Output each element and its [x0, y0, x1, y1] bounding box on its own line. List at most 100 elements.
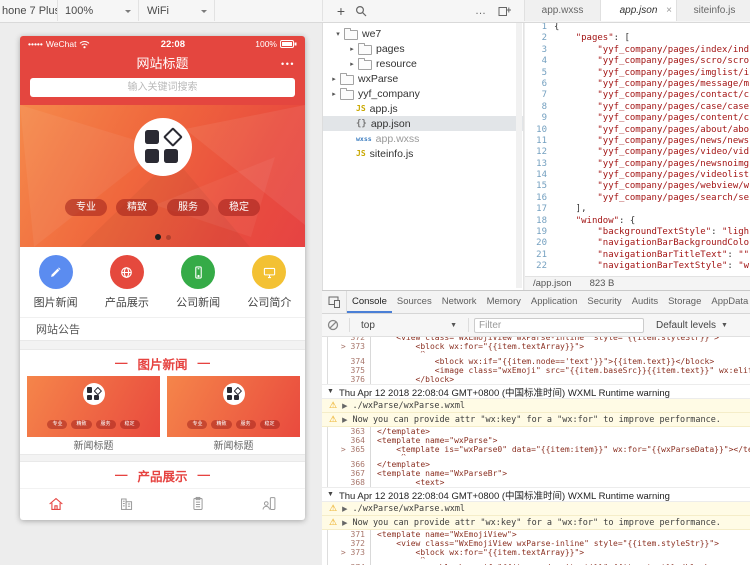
expand-arrow-icon[interactable]: ▶	[342, 505, 347, 513]
news-card-scroller[interactable]: 专业 精致 服务 稳定 新闻标题 专业 精致 服务 稳定 新闻标题	[20, 376, 305, 454]
carousel-dots	[20, 234, 305, 240]
console-warning-row[interactable]: ⚠ ▶ Now you can provide attr "wx:key" for …	[322, 516, 750, 530]
collapse-arrow-icon[interactable]: ▼	[327, 491, 334, 498]
collapsed-arrow-icon[interactable]: ▸	[329, 90, 339, 98]
grid-item-图片新闻[interactable]: 图片新闻	[20, 247, 91, 317]
code-editor[interactable]: 1{2 "pages": [3 "yyf_company/pages/index…	[525, 22, 750, 276]
tree-item-app.js[interactable]: JS app.js	[323, 101, 523, 116]
console-line-number: > 365	[327, 445, 371, 454]
string-token: "yyf_company/pages/news/news	[597, 135, 750, 146]
devtools-tab-security[interactable]: Security	[582, 291, 626, 313]
section-header-products: — 产品展示 —	[20, 462, 305, 488]
site-notice[interactable]: 网站公告	[20, 317, 305, 340]
zoom-selector[interactable]: 100%	[58, 0, 139, 21]
phone-nav-bar: 网站标题 •••	[20, 52, 305, 76]
console-warning-row[interactable]: ⚠ ▶ ./wxParse/wxParse.wxml	[322, 502, 750, 516]
devtools-tab-memory[interactable]: Memory	[482, 291, 526, 313]
devtools-tab-audits[interactable]: Audits	[627, 291, 663, 313]
add-file-button[interactable]: +	[332, 0, 350, 21]
code-text: "navigationBarTitleText": ""	[597, 249, 750, 260]
console-group-header[interactable]: ▼ Thu Apr 12 2018 22:08:04 GMT+0800 (中国标准…	[322, 384, 750, 399]
string-token: "yyf_company/pages/search/se	[597, 192, 750, 203]
network-selector[interactable]: WiFi	[140, 0, 215, 21]
grid-item-公司新闻[interactable]: 公司新闻	[163, 247, 234, 317]
console-code-text: <template name="WxParseBr">	[377, 469, 508, 478]
collapsed-arrow-icon[interactable]: ▸	[329, 75, 339, 83]
phone-tab-我要咨询[interactable]: 我要咨询	[163, 489, 234, 520]
phone-tab-公司简介[interactable]: 公司简介	[91, 489, 162, 520]
nav-more-icon[interactable]: •••	[281, 52, 295, 76]
editor-tab-siteinfo.js[interactable]: siteinfo.js	[676, 0, 750, 21]
expand-arrow-icon[interactable]: ▶	[342, 519, 347, 527]
clear-icon	[327, 319, 339, 331]
tree-item-pages[interactable]: ▸ pages	[323, 41, 523, 56]
code-text: "yyf_company/pages/news/news	[554, 136, 749, 147]
editor-tab-app.json[interactable]: app.json ×	[600, 0, 676, 21]
expand-arrow-icon[interactable]: ▶	[342, 416, 347, 424]
devtools-tab-appdata[interactable]: AppData	[706, 291, 750, 313]
folder-icon	[358, 57, 372, 70]
collapsed-arrow-icon[interactable]: ▸	[347, 45, 357, 53]
expand-arrow-icon[interactable]: ▶	[342, 402, 347, 410]
console-warning-row[interactable]: ⚠ ▶ Now you can provide attr "wx:key" for …	[322, 413, 750, 427]
home-icon	[46, 494, 66, 519]
folder-icon	[344, 27, 358, 40]
console-warning-row[interactable]: ⚠ ▶ ./wxParse/wxParse.wxml	[322, 399, 750, 413]
devtools-tab-storage[interactable]: Storage	[663, 291, 706, 313]
clear-console-button[interactable]	[322, 319, 344, 331]
devtools-tab-network[interactable]: Network	[437, 291, 482, 313]
news-card[interactable]: 专业 精致 服务 稳定 新闻标题	[167, 376, 300, 454]
hero-banner[interactable]: 专业 精致 服务 稳定	[20, 105, 305, 247]
search-files-button[interactable]	[352, 0, 370, 21]
carousel-dot-active[interactable]	[154, 234, 161, 240]
code-text: "yyf_company/pages/message/m	[554, 79, 749, 90]
tree-item-we7[interactable]: ▾ we7	[323, 26, 523, 41]
js-icon: JS	[356, 104, 366, 113]
log-levels-selector[interactable]: Default levels ▼	[656, 320, 728, 331]
collapsed-arrow-icon[interactable]: ▸	[347, 60, 357, 68]
console-code-line: 367 <template name="WxParseBr">	[322, 469, 750, 478]
device-selector[interactable]: hone 7 Plus	[0, 0, 58, 21]
console-code-line: 366 </template>	[322, 460, 750, 469]
tree-item-wxParse[interactable]: ▸ wxParse	[323, 71, 523, 86]
tree-item-label: wxParse	[358, 72, 399, 85]
explorer-scrollbar[interactable]	[516, 22, 522, 288]
dash-decoration: —	[114, 356, 128, 370]
grid-item-公司简介[interactable]: 公司简介	[234, 247, 305, 317]
collapse-arrow-icon[interactable]: ▼	[327, 388, 334, 395]
chevron-down-icon	[201, 9, 207, 16]
editor-status-bar: /app.json 823 B	[525, 276, 750, 290]
console-group-header[interactable]: ▼ Thu Apr 12 2018 22:08:04 GMT+0800 (中国标准…	[322, 487, 750, 502]
logo-square	[226, 394, 233, 400]
console-filter-input[interactable]	[474, 317, 644, 333]
editor-tab-app.wxss[interactable]: app.wxss	[524, 0, 600, 21]
devtools-tab-application[interactable]: Application	[526, 291, 582, 313]
devtools-tab-console[interactable]: Console	[347, 291, 392, 313]
tree-item-resource[interactable]: ▸ resource	[323, 56, 523, 71]
split-editor-button[interactable]	[494, 0, 514, 21]
mobile-icon	[181, 255, 216, 289]
tree-item-siteinfo.js[interactable]: JS siteinfo.js	[323, 146, 523, 161]
toggle-device-toolbar-button[interactable]	[322, 291, 347, 313]
console-toolbar: top ▼ Default levels ▼	[322, 314, 750, 337]
carousel-dot[interactable]	[165, 234, 171, 240]
phone-tab-网站首页[interactable]: 网站首页	[20, 489, 91, 520]
code-text: "yyf_company/pages/about/abo	[554, 125, 749, 136]
grid-item-产品展示[interactable]: 产品展示	[91, 247, 162, 317]
expanded-arrow-icon[interactable]: ▾	[333, 30, 343, 38]
console-output[interactable]: 372 <view class="WxEmojiView wxParse-inl…	[322, 337, 750, 565]
search-input[interactable]: 输入关键词搜索	[30, 78, 295, 97]
tree-item-yyf_company[interactable]: ▸ yyf_company	[323, 86, 523, 101]
close-tab-icon[interactable]: ×	[666, 0, 672, 21]
devtools-tab-sources[interactable]: Sources	[392, 291, 437, 313]
phone-tab-联系我们[interactable]: 联系我们	[234, 489, 305, 520]
editor-more-button[interactable]: …	[472, 0, 490, 21]
search-bar-wrap: 输入关键词搜索	[20, 76, 305, 105]
tree-item-app.wxss[interactable]: wxss app.wxss	[323, 131, 523, 146]
news-card[interactable]: 专业 精致 服务 稳定 新闻标题	[27, 376, 160, 454]
context-selector[interactable]: top ▼	[355, 320, 463, 331]
building-icon	[117, 494, 137, 519]
console-line-number: 367	[327, 469, 371, 478]
code-text: "yyf_company/pages/video/vid	[554, 147, 749, 158]
tree-item-app.json[interactable]: {} app.json	[323, 116, 523, 131]
